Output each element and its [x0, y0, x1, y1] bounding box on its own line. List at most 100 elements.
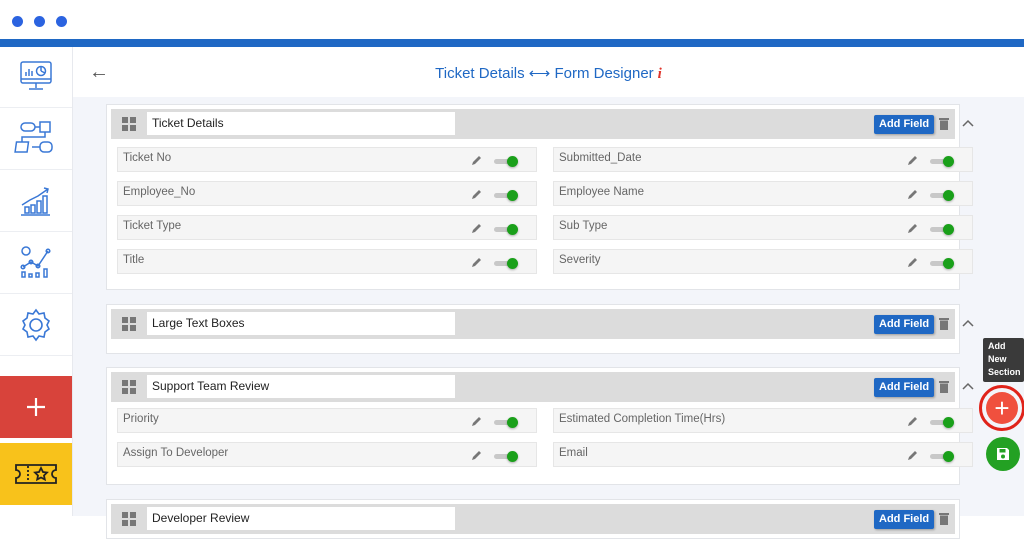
- ticket-star-icon: [15, 464, 57, 484]
- field-toggle[interactable]: [494, 190, 520, 201]
- field-label: Submitted_Date: [559, 152, 642, 164]
- field-row[interactable]: Ticket No: [117, 147, 537, 172]
- sidebar-item-dashboard[interactable]: [0, 47, 72, 108]
- field-toggle[interactable]: [930, 190, 956, 201]
- add-field-button[interactable]: Add Field: [874, 510, 935, 529]
- field-toggle[interactable]: [494, 451, 520, 462]
- field-label: Title: [123, 254, 145, 266]
- field-row[interactable]: Estimated Completion Time(Hrs): [553, 408, 973, 433]
- window-dot-icon: [12, 16, 23, 27]
- field-row[interactable]: Title: [117, 249, 537, 274]
- pencil-icon[interactable]: [906, 416, 918, 428]
- drag-handle-icon[interactable]: [122, 317, 136, 331]
- trash-icon[interactable]: [939, 380, 949, 393]
- save-button[interactable]: [986, 437, 1020, 471]
- sidebar: [0, 47, 73, 516]
- sidebar-item-workflow[interactable]: [0, 109, 72, 170]
- add-field-button[interactable]: Add Field: [874, 378, 935, 397]
- field-row[interactable]: Sub Type: [553, 215, 973, 240]
- floppy-disk-icon: [997, 448, 1009, 460]
- form-section: Ticket Details Add Field Ticket No Emplo…: [106, 104, 974, 290]
- pencil-icon[interactable]: [470, 416, 482, 428]
- pencil-icon[interactable]: [470, 257, 482, 269]
- trash-icon[interactable]: [939, 512, 949, 525]
- field-toggle[interactable]: [494, 224, 520, 235]
- field-toggle[interactable]: [930, 417, 956, 428]
- add-field-button[interactable]: Add Field: [874, 115, 935, 134]
- growth-chart-icon: [21, 187, 50, 216]
- section-title-input[interactable]: Ticket Details: [147, 112, 455, 135]
- sidebar-item-settings[interactable]: [0, 295, 72, 356]
- pencil-icon[interactable]: [906, 223, 918, 235]
- workflow-icon: [14, 121, 53, 153]
- chevron-up-icon[interactable]: [961, 380, 975, 392]
- field-row[interactable]: Email: [553, 442, 973, 467]
- section-header: Large Text Boxes Add Field: [111, 309, 974, 339]
- pencil-icon[interactable]: [470, 450, 482, 462]
- page-title-text: Ticket Details ⟷ Form Designer: [435, 65, 654, 82]
- info-icon[interactable]: i: [658, 66, 662, 82]
- section-header: Support Team Review Add Field: [111, 372, 974, 402]
- chevron-up-icon[interactable]: [961, 317, 975, 329]
- field-label: Email: [559, 447, 588, 459]
- field-row[interactable]: Priority: [117, 408, 537, 433]
- pencil-icon[interactable]: [470, 223, 482, 235]
- sidebar-item-create[interactable]: [0, 376, 72, 438]
- window-titlebar: [0, 0, 1024, 40]
- chevron-up-icon[interactable]: [961, 117, 975, 129]
- field-row[interactable]: Employee Name: [553, 181, 973, 206]
- drag-handle-icon[interactable]: [122, 117, 136, 131]
- form-section: Large Text Boxes Add Field: [106, 304, 974, 354]
- form-section: Support Team Review Add Field Priority A…: [106, 367, 974, 485]
- section-header: Ticket Details Add Field: [111, 109, 974, 139]
- field-toggle[interactable]: [930, 156, 956, 167]
- trash-icon[interactable]: [939, 317, 949, 330]
- form-section: Developer Review Add Field: [106, 499, 960, 539]
- add-section-button[interactable]: +: [986, 392, 1018, 424]
- analytics-icon: [20, 246, 51, 278]
- pencil-icon[interactable]: [470, 189, 482, 201]
- tooltip-line: New: [988, 354, 1007, 364]
- field-label: Ticket Type: [123, 220, 182, 232]
- section-title-input[interactable]: Developer Review: [147, 507, 455, 530]
- field-label: Assign To Developer: [123, 447, 229, 459]
- pencil-icon[interactable]: [906, 155, 918, 167]
- field-toggle[interactable]: [494, 417, 520, 428]
- add-field-button[interactable]: Add Field: [874, 315, 935, 334]
- pencil-icon[interactable]: [906, 257, 918, 269]
- top-accent-bar: [0, 39, 1024, 47]
- sidebar-item-tickets[interactable]: [0, 443, 72, 505]
- add-section-tooltip: Add New Section: [983, 338, 1024, 382]
- main-content: ← Ticket Details ⟷ Form Designer i Ticket…: [73, 47, 1024, 539]
- pencil-icon[interactable]: [906, 189, 918, 201]
- drag-handle-icon[interactable]: [122, 512, 136, 526]
- gear-icon: [21, 308, 51, 342]
- field-label: Employee Name: [559, 186, 645, 198]
- field-row[interactable]: Submitted_Date: [553, 147, 973, 172]
- section-header: Developer Review Add Field: [111, 504, 955, 534]
- field-label: Employee_No: [123, 186, 196, 198]
- field-toggle[interactable]: [930, 451, 956, 462]
- field-toggle[interactable]: [930, 258, 956, 269]
- window-dot-icon: [34, 16, 45, 27]
- field-row[interactable]: Assign To Developer: [117, 442, 537, 467]
- field-row[interactable]: Severity: [553, 249, 973, 274]
- page-title: Ticket Details ⟷ Form Designer i: [73, 64, 1024, 83]
- field-row[interactable]: Ticket Type: [117, 215, 537, 240]
- field-label: Ticket No: [123, 152, 172, 164]
- field-toggle[interactable]: [494, 258, 520, 269]
- drag-handle-icon[interactable]: [122, 380, 136, 394]
- pencil-icon[interactable]: [906, 450, 918, 462]
- field-toggle[interactable]: [494, 156, 520, 167]
- section-title-input[interactable]: Support Team Review: [147, 375, 455, 398]
- trash-icon[interactable]: [939, 117, 949, 130]
- section-title-input[interactable]: Large Text Boxes: [147, 312, 455, 335]
- field-row[interactable]: Employee_No: [117, 181, 537, 206]
- sidebar-item-analytics[interactable]: [0, 233, 72, 294]
- plus-icon: [27, 398, 45, 416]
- pencil-icon[interactable]: [470, 155, 482, 167]
- tooltip-line: Add: [988, 341, 1006, 351]
- sidebar-item-reports[interactable]: [0, 171, 72, 232]
- field-label: Severity: [559, 254, 601, 266]
- field-toggle[interactable]: [930, 224, 956, 235]
